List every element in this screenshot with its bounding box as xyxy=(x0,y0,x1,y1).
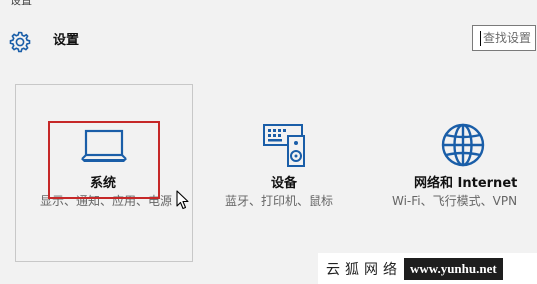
mouse-cursor-icon xyxy=(176,190,189,210)
globe-icon xyxy=(441,123,485,167)
tile-devices-desc: 蓝牙、打印机、鼠标 xyxy=(225,194,334,208)
gear-icon xyxy=(9,31,31,53)
search-input[interactable] xyxy=(473,26,535,50)
tile-network-desc: Wi-Fi、飞行模式、VPN xyxy=(392,194,518,208)
tile-network-label: 网络和 Internet xyxy=(414,176,518,191)
watermark-url: www.yunhu.net xyxy=(404,257,503,280)
highlight-box xyxy=(48,121,160,199)
watermark-text: 云狐网络 xyxy=(326,261,402,278)
page-title: 设置 xyxy=(53,33,80,48)
search-box[interactable] xyxy=(472,25,536,51)
watermark: 云狐网络 www.yunhu.net xyxy=(318,253,537,284)
devices-icon xyxy=(263,124,305,167)
window-title: 设置 xyxy=(10,0,32,7)
text-caret xyxy=(480,31,481,46)
tile-devices-label: 设备 xyxy=(271,176,298,191)
